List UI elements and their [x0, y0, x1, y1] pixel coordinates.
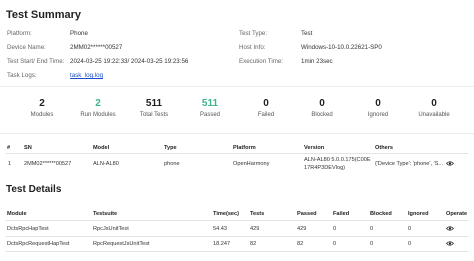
stat-modules: 2 Modules: [20, 98, 64, 118]
details-col-ignored: Ignored: [408, 211, 429, 217]
stat-run-modules: 2 Run Modules: [76, 98, 120, 118]
device-sn: 2MM02******00527: [24, 161, 72, 167]
platform-value: Phone: [70, 30, 88, 37]
stat-unavailable-value: 0: [431, 98, 437, 109]
row-module: DctsRpcRequestHapTest: [7, 241, 70, 247]
row-time: 18.247: [213, 241, 231, 247]
device-version-line2: 17R4P3DEVlog): [304, 165, 346, 171]
device-type: phone: [164, 161, 180, 167]
stat-total-tests-value: 511: [145, 98, 163, 109]
stat-failed: 0 Failed: [244, 98, 288, 118]
eye-icon[interactable]: [446, 226, 454, 231]
row-module: DctsRpcHapTest: [7, 226, 49, 232]
device-col-type: Type: [164, 145, 177, 151]
device-col-index: #: [7, 145, 11, 151]
details-col-passed: Passed: [297, 211, 317, 217]
details-row-divider: [6, 236, 468, 237]
device-name-label: Device Name:: [7, 44, 46, 51]
row-testsuite: RpcJsUnitTest: [93, 226, 129, 232]
details-col-blocked: Blocked: [370, 211, 392, 217]
task-log-link[interactable]: task_log.log: [70, 72, 103, 79]
test-time-value: 2024-03-25 19:22:33/ 2024-03-25 19:23:56: [70, 58, 189, 65]
row-failed: 0: [333, 226, 337, 232]
details-col-tests: Tests: [250, 211, 265, 217]
device-col-sn: SN: [24, 145, 32, 151]
row-tests: 82: [250, 241, 257, 247]
stat-passed-caption: Passed: [199, 112, 220, 118]
execution-time-value: 1min 23sec: [301, 58, 333, 65]
row-blocked: 0: [370, 241, 374, 247]
details-col-operate: Operate: [446, 211, 468, 217]
stat-run-modules-caption: Run Modules: [80, 112, 116, 118]
test-type-value: Test: [301, 30, 313, 37]
row-failed: 0: [333, 241, 337, 247]
stat-modules-caption: Modules: [30, 112, 54, 118]
stat-ignored-value: 0: [375, 98, 381, 109]
test-type-label: Test Type:: [239, 30, 268, 37]
details-col-module: Module: [7, 211, 27, 217]
details-col-failed: Failed: [333, 211, 350, 217]
host-info-label: Host Info:: [239, 44, 266, 51]
device-col-platform: Platform: [233, 145, 256, 151]
stat-ignored: 0 Ignored: [356, 98, 400, 118]
device-model: ALN-AL80: [93, 161, 119, 167]
device-col-version: Version: [304, 145, 325, 151]
details-col-testsuite: Testsuite: [93, 211, 118, 217]
device-col-model: Model: [93, 145, 110, 151]
row-testsuite: RpcRequestJsUnitTest: [93, 241, 150, 247]
stat-unavailable: 0 Unavailable: [412, 98, 456, 118]
details-col-time: Time(sec): [213, 211, 240, 217]
test-time-label: Test Start/ End Time:: [7, 58, 65, 65]
details-header-divider: [6, 220, 468, 221]
stat-total-tests: 511 Total Tests: [132, 98, 176, 118]
device-header-divider: [6, 153, 468, 154]
stat-total-tests-caption: Total Tests: [139, 112, 169, 118]
platform-label: Platform:: [7, 30, 32, 37]
stat-unavailable-caption: Unavailable: [418, 112, 450, 118]
stats-divider: [0, 133, 474, 134]
device-version-line1: ALN-AL80 5.0.0.175(C00E: [304, 157, 371, 163]
device-name-value: 2MM02******00527: [70, 44, 123, 51]
device-col-others: Others: [375, 145, 394, 151]
details-bottom-divider: [6, 251, 468, 252]
stat-ignored-caption: Ignored: [367, 112, 389, 118]
execution-time-label: Execution Time:: [239, 58, 284, 65]
stat-failed-value: 0: [263, 98, 269, 109]
eye-icon[interactable]: [446, 241, 454, 246]
device-platform: OpenHarmony: [233, 161, 270, 167]
row-passed: 82: [297, 241, 304, 247]
stat-blocked-caption: Blocked: [311, 112, 333, 118]
row-ignored: 0: [408, 226, 412, 232]
stat-failed-caption: Failed: [257, 112, 275, 118]
stat-passed: 511 Passed: [188, 98, 232, 118]
task-logs-label: Task Logs:: [7, 72, 37, 79]
row-passed: 429: [297, 226, 307, 232]
stat-blocked: 0 Blocked: [300, 98, 344, 118]
details-title: Test Details: [6, 184, 62, 195]
row-time: 54.43: [213, 226, 227, 232]
row-tests: 429: [250, 226, 260, 232]
stat-run-modules-value: 2: [95, 98, 101, 109]
summary-divider: [0, 86, 474, 87]
row-blocked: 0: [370, 226, 374, 232]
device-others: {'Device Type': 'phone', 'S...: [375, 161, 443, 167]
stat-blocked-value: 0: [319, 98, 325, 109]
eye-icon[interactable]: [446, 161, 454, 166]
summary-title: Test Summary: [6, 9, 81, 21]
stat-modules-value: 2: [39, 98, 45, 109]
device-index: 1: [8, 161, 12, 167]
row-ignored: 0: [408, 241, 412, 247]
stat-passed-value: 511: [201, 98, 219, 109]
host-info-value: Windows-10-10.0.22621-SP0: [301, 44, 382, 51]
